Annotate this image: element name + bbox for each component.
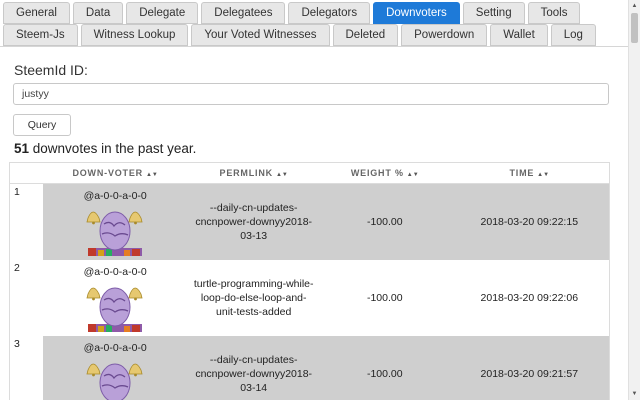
row-index: 3 — [10, 336, 43, 400]
time-value: 2018-03-20 09:22:06 — [449, 260, 610, 336]
down-voter-link[interactable]: @a-0-0-a-0-0 — [84, 342, 147, 354]
sort-icon: ▲▼ — [275, 172, 288, 178]
downvote-count: 51 — [14, 141, 30, 156]
steemid-label: SteemId ID: — [14, 62, 88, 78]
time-value: 2018-03-20 09:22:15 — [449, 184, 610, 260]
sort-icon: ▲▼ — [406, 172, 419, 178]
tab-bar-row-2: Steem-Js Witness Lookup Your Voted Witness… — [0, 24, 628, 46]
down-voter-cell: @a-0-0-a-0-0 — [42, 260, 188, 336]
header-time-label: TIME — [509, 168, 535, 178]
sort-icon: ▲▼ — [145, 172, 158, 178]
permlink-link[interactable]: turtle-programming-while-loop-do-else-lo… — [187, 260, 320, 336]
steemid-input[interactable]: justyy — [13, 83, 609, 105]
tab-divider — [0, 46, 628, 47]
weight-value: -100.00 — [320, 260, 450, 336]
vertical-scrollbar[interactable]: ▲ ▼ — [628, 0, 640, 400]
tab-delegators[interactable]: Delegators — [288, 2, 371, 24]
header-weight-label: WEIGHT % — [350, 168, 404, 178]
row-index: 1 — [10, 184, 43, 260]
weight-value: -100.00 — [320, 184, 450, 260]
tab-wallet[interactable]: Wallet — [490, 24, 548, 46]
sort-icon: ▲▼ — [537, 172, 550, 178]
tab-tools[interactable]: Tools — [527, 2, 581, 24]
tab-general[interactable]: General — [3, 2, 70, 24]
tab-deleted[interactable]: Deleted — [332, 24, 399, 46]
app-viewport: General Data Delegate Delegatees Delegators D… — [0, 0, 628, 400]
tab-steem-js[interactable]: Steem-Js — [3, 24, 78, 46]
downvoters-table: DOWN-VOTER ▲▼ PERMLINK ▲▼ WEIGHT % ▲▼ TIME ▲… — [9, 162, 610, 400]
header-down-voter-label: DOWN-VOTER — [72, 168, 143, 178]
tab-data[interactable]: Data — [72, 2, 124, 24]
down-voter-link[interactable]: @a-0-0-a-0-0 — [84, 266, 147, 278]
tab-delegate[interactable]: Delegate — [126, 2, 199, 24]
row-index: 2 — [10, 260, 43, 336]
tab-your-voted-witnesses[interactable]: Your Voted Witnesses — [191, 24, 330, 46]
down-voter-link[interactable]: @a-0-0-a-0-0 — [84, 190, 147, 202]
egg-with-bells-icon[interactable] — [84, 280, 146, 334]
table-row: 3 @a-0-0-a-0-0 --daily-cn-updates-cncnpowe… — [10, 336, 610, 400]
scroll-down-arrow-icon[interactable]: ▼ — [629, 388, 640, 400]
downvote-summary: 51 downvotes in the past year. — [14, 141, 196, 156]
time-value: 2018-03-20 09:21:57 — [449, 336, 610, 400]
weight-value: -100.00 — [320, 336, 450, 400]
scrollbar-thumb[interactable] — [631, 13, 638, 43]
tab-delegatees[interactable]: Delegatees — [201, 2, 286, 24]
downvote-summary-text: downvotes in the past year. — [29, 141, 197, 156]
down-voter-cell: @a-0-0-a-0-0 — [42, 184, 188, 260]
header-index — [10, 163, 43, 183]
table-row: 2 @a-0-0-a-0-0 turtle-programming-while-lo… — [10, 260, 610, 336]
header-permlink-label: PERMLINK — [219, 168, 273, 178]
tab-downvoters[interactable]: Downvoters — [373, 2, 460, 24]
tab-setting[interactable]: Setting — [462, 2, 525, 24]
permlink-link[interactable]: --daily-cn-updates-cncnpower-downyy2018-… — [187, 336, 320, 400]
scroll-up-arrow-icon[interactable]: ▲ — [629, 0, 640, 12]
header-weight[interactable]: WEIGHT % ▲▼ — [320, 163, 450, 183]
header-permlink[interactable]: PERMLINK ▲▼ — [187, 163, 320, 183]
tab-log[interactable]: Log — [550, 24, 596, 46]
tab-powerdown[interactable]: Powerdown — [401, 24, 488, 46]
header-time[interactable]: TIME ▲▼ — [450, 163, 609, 183]
egg-with-bells-icon[interactable] — [84, 204, 146, 258]
down-voter-cell: @a-0-0-a-0-0 — [42, 336, 188, 400]
query-button[interactable]: Query — [13, 114, 71, 136]
tab-bar-row-1: General Data Delegate Delegatees Delegators D… — [0, 2, 628, 24]
header-down-voter[interactable]: DOWN-VOTER ▲▼ — [43, 163, 188, 183]
table-body: 1 @a-0-0-a-0-0 --daily-cn-updates-cncnpowe… — [10, 184, 610, 400]
table-row: 1 @a-0-0-a-0-0 --daily-cn-updates-cncnpowe… — [10, 184, 610, 260]
table-header: DOWN-VOTER ▲▼ PERMLINK ▲▼ WEIGHT % ▲▼ TIME ▲… — [10, 163, 609, 184]
permlink-link[interactable]: --daily-cn-updates-cncnpower-downyy2018-… — [187, 184, 320, 260]
tab-witness-lookup[interactable]: Witness Lookup — [80, 24, 189, 46]
egg-with-bells-icon[interactable] — [84, 356, 146, 400]
